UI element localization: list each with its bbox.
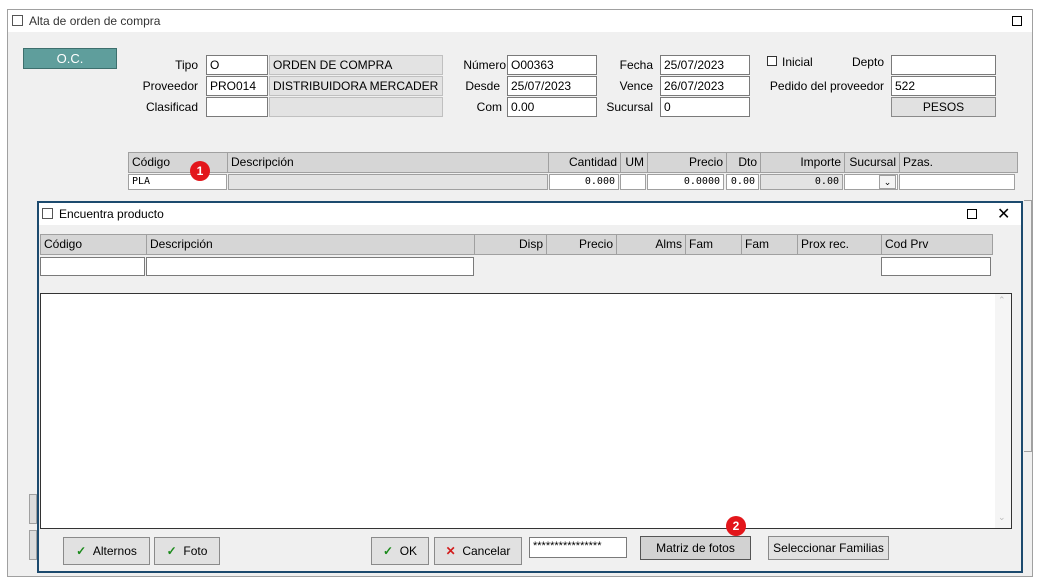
background-scroll-edge	[1024, 200, 1032, 452]
depto-field[interactable]	[891, 55, 996, 75]
maximize-icon[interactable]	[1012, 16, 1022, 26]
dialog-title: Encuentra producto	[59, 207, 164, 221]
row-cantidad-cell[interactable]: 0.000	[549, 174, 619, 190]
foto-button[interactable]: ✓ Foto	[154, 537, 220, 565]
fecha-field[interactable]: 25/07/2023	[660, 55, 750, 75]
proveedor-code-field[interactable]: PRO014	[206, 76, 268, 96]
dialog-filter-descripcion-input[interactable]	[146, 257, 474, 276]
dialog-header-precio[interactable]: Precio	[546, 234, 616, 255]
oc-button[interactable]: O.C.	[23, 48, 117, 69]
sucursal-label: Sucursal	[606, 100, 653, 114]
scroll-down-icon[interactable]: ⌄	[998, 512, 1006, 523]
ok-button[interactable]: ✓ OK	[371, 537, 429, 565]
matriz-de-fotos-button[interactable]: Matriz de fotos	[640, 536, 751, 560]
vence-label: Vence	[619, 79, 653, 93]
pedido-field[interactable]: 522	[891, 76, 996, 96]
dialog-header-descripcion[interactable]: Descripción	[146, 234, 474, 255]
dialog-header-codigo[interactable]: Código	[40, 234, 146, 255]
dialog-header-disp[interactable]: Disp	[474, 234, 546, 255]
scroll-up-icon[interactable]: ⌃	[998, 295, 1006, 306]
seleccionar-familias-button[interactable]: Seleccionar Familias	[768, 536, 889, 560]
inicial-label: Inicial	[782, 55, 813, 69]
com-label: Com	[476, 100, 502, 114]
clasificad-label: Clasificad	[145, 100, 198, 114]
dialog-maximize-icon[interactable]	[967, 209, 977, 219]
dialog-header-alms[interactable]: Alms	[616, 234, 685, 255]
check-icon: ✓	[382, 544, 394, 558]
clasificad-desc-field	[269, 97, 443, 117]
step-badge-1: 1	[190, 161, 210, 181]
numero-label: Número	[463, 58, 506, 72]
alternos-label: Alternos	[92, 544, 137, 558]
dialog-filter-cod-prv-input[interactable]	[881, 257, 991, 276]
vence-field[interactable]: 26/07/2023	[660, 76, 750, 96]
depto-label: Depto	[851, 55, 884, 69]
desde-field[interactable]: 25/07/2023	[507, 76, 597, 96]
encuentra-producto-dialog: Encuentra producto ✕ Código Descripción …	[37, 201, 1023, 573]
com-field[interactable]: 0.00	[507, 97, 597, 117]
grid-header-precio[interactable]: Precio	[647, 152, 726, 173]
tipo-code-field[interactable]: O	[206, 55, 268, 75]
main-titlebar: Alta de orden de compra	[8, 10, 1032, 32]
row-descripcion-cell	[228, 174, 548, 190]
results-scrollbar[interactable]: ⌃ ⌄	[995, 294, 1011, 528]
dialog-window-icon	[42, 208, 53, 219]
dialog-header-fam-2[interactable]: Fam	[741, 234, 797, 255]
row-codigo-cell[interactable]: PLA	[128, 174, 227, 190]
password-field[interactable]: ****************	[529, 537, 627, 558]
numero-field[interactable]: O00363	[507, 55, 597, 75]
clasificad-code-field[interactable]	[206, 97, 268, 117]
background-edge	[29, 494, 37, 524]
tipo-desc-field: ORDEN DE COMPRA	[269, 55, 443, 75]
row-dto-cell[interactable]: 0.00	[726, 174, 759, 190]
main-window-title: Alta de orden de compra	[29, 14, 161, 28]
dialog-header-fam-1[interactable]: Fam	[685, 234, 741, 255]
alternos-button[interactable]: ✓ Alternos	[63, 537, 150, 565]
grid-header-pzas[interactable]: Pzas.	[899, 152, 1018, 173]
row-um-cell[interactable]	[620, 174, 646, 190]
currency-button[interactable]: PESOS	[891, 97, 996, 117]
dialog-filter-codigo-input[interactable]	[40, 257, 145, 276]
cancelar-button[interactable]: ✕ Cancelar	[434, 537, 522, 565]
window-icon	[12, 15, 23, 26]
background-edge	[29, 530, 37, 560]
grid-header-codigo[interactable]: Código	[128, 152, 227, 173]
step-badge-2: 2	[726, 516, 746, 536]
dialog-header-prox-rec[interactable]: Prox rec.	[797, 234, 881, 255]
proveedor-label: Proveedor	[142, 79, 198, 93]
grid-header-sucursal[interactable]: Sucursal	[844, 152, 899, 173]
inicial-checkbox[interactable]	[767, 56, 777, 66]
desde-label: Desde	[465, 79, 500, 93]
tipo-label: Tipo	[175, 58, 198, 72]
grid-header-importe[interactable]: Importe	[760, 152, 844, 173]
dialog-results-list[interactable]: ⌃ ⌄	[40, 293, 1012, 529]
check-icon: ✓	[76, 544, 87, 558]
cancelar-label: Cancelar	[462, 544, 511, 558]
row-precio-cell[interactable]: 0.0000	[647, 174, 724, 190]
row-importe-cell: 0.00	[760, 174, 843, 190]
foto-label: Foto	[183, 544, 208, 558]
grid-header-descripcion[interactable]: Descripción	[227, 152, 548, 173]
proveedor-desc-field: DISTRIBUIDORA MERCADER S.A.	[269, 76, 443, 96]
sucursal-dropdown-chevron-icon[interactable]: ⌄	[879, 175, 896, 189]
grid-header-um[interactable]: UM	[620, 152, 647, 173]
grid-header-cantidad[interactable]: Cantidad	[548, 152, 620, 173]
ok-label: OK	[399, 544, 418, 558]
row-pzas-cell[interactable]	[899, 174, 1015, 190]
dialog-close-icon[interactable]: ✕	[997, 204, 1010, 224]
pedido-label: Pedido del proveedor	[769, 79, 884, 93]
grid-header-dto[interactable]: Dto	[726, 152, 760, 173]
dialog-titlebar: Encuentra producto ✕	[39, 203, 1021, 225]
check-icon: ✓	[166, 544, 177, 558]
dialog-header-cod-prv[interactable]: Cod Prv	[881, 234, 993, 255]
fecha-label: Fecha	[619, 58, 653, 72]
sucursal-field[interactable]: 0	[660, 97, 750, 117]
cross-icon: ✕	[445, 544, 456, 558]
